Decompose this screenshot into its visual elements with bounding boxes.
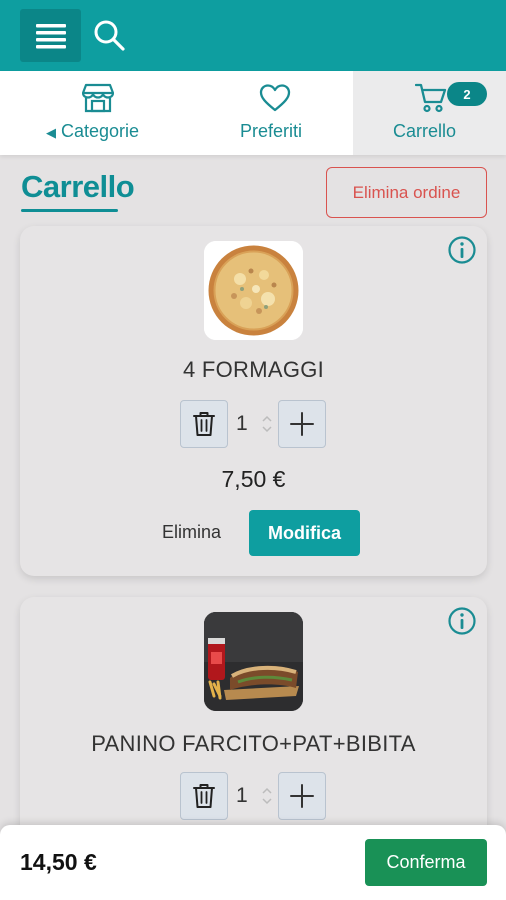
quantity-stepper: 1 xyxy=(180,772,328,820)
quantity-value[interactable]: 1 xyxy=(236,784,248,808)
remove-item-button[interactable]: Elimina xyxy=(162,522,221,543)
spinner-arrows-icon[interactable] xyxy=(261,414,273,434)
tab-favorites-label: Preferiti xyxy=(240,121,303,141)
cart-icon xyxy=(415,83,447,113)
plus-icon xyxy=(290,412,314,436)
edit-item-button[interactable]: Modifica xyxy=(249,510,360,556)
cart-count-badge: 2 xyxy=(447,82,487,106)
product-name: PANINO FARCITO+PAT+BIBITA xyxy=(91,731,416,756)
top-app-bar xyxy=(0,0,506,71)
hamburger-icon xyxy=(35,23,66,48)
trash-icon xyxy=(193,412,215,436)
product-price: 7,50 € xyxy=(221,466,286,492)
product-image-sandwich xyxy=(204,612,303,711)
trash-icon xyxy=(193,784,215,808)
cart-item-card: 4 FORMAGGI 1 7,50 € Elimina Modifica xyxy=(20,226,487,576)
quantity-stepper: 1 xyxy=(180,400,328,448)
card-actions: Elimina Modifica xyxy=(20,510,487,556)
search-icon xyxy=(94,20,125,51)
tab-favorites[interactable]: Preferiti xyxy=(197,71,353,155)
caret-left-icon: ◀ xyxy=(46,125,56,140)
checkout-bar: 14,50 € Conferma xyxy=(0,825,506,900)
add-one-button[interactable] xyxy=(278,400,326,448)
info-icon[interactable] xyxy=(447,235,477,265)
title-underline xyxy=(21,209,118,212)
tab-navigation: ◀ Categorie Preferiti Carrello xyxy=(0,71,506,155)
product-image-pizza xyxy=(204,241,303,340)
cart-item-card: PANINO FARCITO+PAT+BIBITA 1 xyxy=(20,597,487,857)
tab-cart[interactable]: Carrello xyxy=(353,71,506,155)
page-title: Carrello xyxy=(21,169,135,204)
order-total: 14,50 € xyxy=(20,849,97,875)
delete-order-button[interactable]: Elimina ordine xyxy=(326,167,487,218)
plus-icon xyxy=(290,784,314,808)
spinner-arrows-icon[interactable] xyxy=(261,786,273,806)
tab-categories[interactable]: ◀ Categorie xyxy=(0,71,197,155)
remove-one-button[interactable] xyxy=(180,772,228,820)
tab-categories-label-wrap: ◀ Categorie xyxy=(46,121,139,142)
quantity-value[interactable]: 1 xyxy=(236,412,248,436)
tab-cart-label: Carrello xyxy=(393,121,457,141)
heart-icon xyxy=(259,84,291,112)
confirm-button[interactable]: Conferma xyxy=(365,839,487,886)
add-one-button[interactable] xyxy=(278,772,326,820)
remove-one-button[interactable] xyxy=(180,400,228,448)
tab-categories-label: Categorie xyxy=(61,121,140,141)
info-icon[interactable] xyxy=(447,606,477,636)
menu-button[interactable] xyxy=(20,9,81,62)
product-name: 4 FORMAGGI xyxy=(182,357,325,382)
store-icon xyxy=(82,83,114,113)
search-button[interactable] xyxy=(92,18,126,52)
